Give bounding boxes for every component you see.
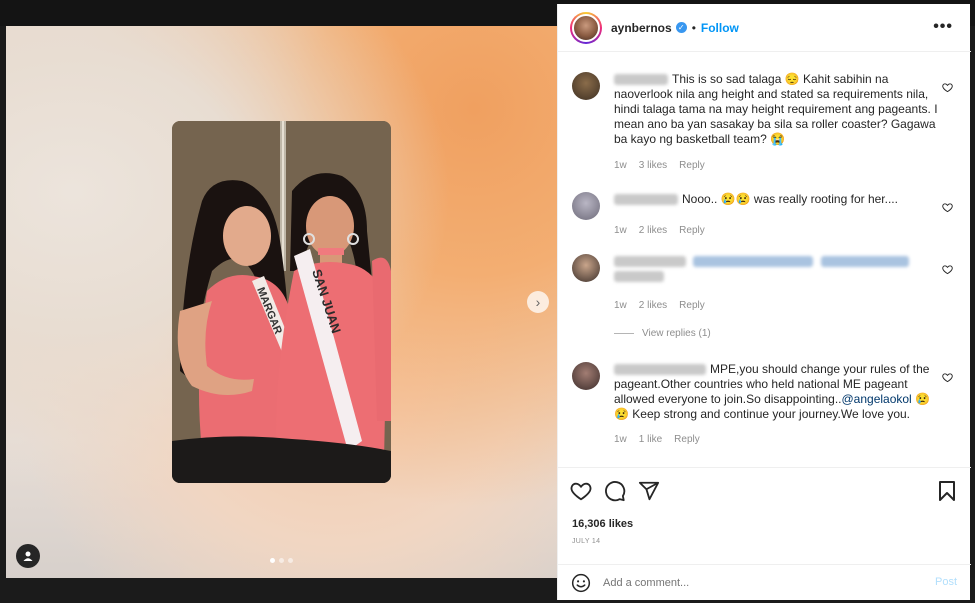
user-tag-button[interactable]	[16, 544, 40, 568]
comment-time: 1w	[614, 434, 627, 445]
comment-item: MPE,you should change your rules of the …	[572, 362, 953, 452]
comments-list[interactable]: This is so sad talaga 😔 Kahit sabihin na…	[558, 52, 971, 467]
carousel-dot	[288, 558, 293, 563]
comment-likes[interactable]: 1 like	[639, 434, 662, 445]
carousel-dot	[270, 558, 275, 563]
heart-icon[interactable]	[942, 202, 953, 213]
like-count[interactable]: 16,306 likes	[572, 518, 633, 530]
commenter-username-blurred[interactable]	[614, 364, 706, 376]
heart-icon[interactable]	[570, 480, 592, 502]
post-photo: MARGAR SAN JUAN	[172, 121, 391, 483]
comment-input[interactable]	[603, 576, 913, 589]
comment-likes[interactable]: 2 likes	[639, 300, 667, 311]
carousel-dot	[279, 558, 284, 563]
comment-text: This is so sad talaga 😔 Kahit sabihin na…	[614, 72, 939, 147]
comment-meta: 1w 1 like Reply	[614, 434, 700, 445]
comment-meta: 1w 2 likes Reply	[614, 225, 705, 236]
comment-item: This is so sad talaga 😔 Kahit sabihin na…	[572, 72, 953, 192]
chevron-right-icon: ›	[535, 294, 541, 310]
commenter-avatar[interactable]	[572, 72, 600, 100]
heart-icon[interactable]	[942, 82, 953, 93]
comment-text: MPE,you should change your rules of the …	[614, 362, 939, 422]
comment-mention-link[interactable]: @angelaokol	[841, 392, 911, 406]
commenter-avatar[interactable]	[572, 192, 600, 220]
separator-dot: •	[691, 20, 696, 35]
emoji-icon[interactable]	[571, 573, 591, 593]
comment-text	[614, 254, 939, 284]
comment-reply-button[interactable]: Reply	[679, 160, 705, 171]
post-date[interactable]: JULY 14	[572, 538, 600, 545]
user-tag-icon	[23, 551, 33, 561]
more-options-button[interactable]: •••	[933, 18, 953, 36]
comment-icon[interactable]	[604, 480, 626, 502]
comment-item: 1w 2 likes Reply	[572, 254, 953, 334]
post-sidebar: aynbernos ✓ • Follow ••• This is so sad …	[557, 4, 971, 600]
instagram-post-modal: MARGAR SAN JUAN › aynbernos ✓ • Follow •…	[0, 0, 975, 603]
comment-time: 1w	[614, 160, 627, 171]
view-replies-button[interactable]: View replies (1)	[614, 328, 711, 339]
bookmark-icon[interactable]	[937, 480, 957, 502]
author-avatar[interactable]	[570, 11, 602, 44]
comment-text: Nooo.. 😢😢 was really rooting for her....	[614, 192, 939, 207]
follow-button[interactable]: Follow	[701, 21, 739, 35]
comment-reply-button[interactable]: Reply	[679, 225, 705, 236]
comment-likes[interactable]: 2 likes	[639, 225, 667, 236]
photo-illustration: MARGAR SAN JUAN	[172, 121, 391, 483]
heart-icon[interactable]	[942, 264, 953, 275]
action-icons	[570, 480, 660, 502]
comment-reply-button[interactable]: Reply	[679, 300, 705, 311]
commenter-avatar[interactable]	[572, 362, 600, 390]
author-username[interactable]: aynbernos	[611, 21, 672, 35]
carousel-indicator	[270, 558, 293, 563]
commenter-username-blurred[interactable]	[614, 256, 686, 268]
comment-likes[interactable]: 3 likes	[639, 160, 667, 171]
next-slide-button[interactable]: ›	[527, 291, 549, 313]
view-replies-label[interactable]: View replies (1)	[642, 328, 711, 339]
post-actions: 16,306 likes JULY 14	[558, 467, 971, 577]
post-header: aynbernos ✓ • Follow •••	[558, 4, 971, 52]
blurred-mention[interactable]	[820, 256, 909, 268]
commenter-avatar[interactable]	[572, 254, 600, 282]
comment-time: 1w	[614, 300, 627, 311]
blurred-mention[interactable]	[693, 256, 814, 268]
comment-time: 1w	[614, 225, 627, 236]
commenter-username-blurred[interactable]	[614, 194, 678, 206]
blurred-text	[614, 271, 664, 283]
comment-meta: 1w 3 likes Reply	[614, 160, 705, 171]
comment-meta: 1w 2 likes Reply	[614, 300, 705, 311]
comment-item: Nooo.. 😢😢 was really rooting for her....…	[572, 192, 953, 242]
heart-icon[interactable]	[942, 372, 953, 383]
post-comment-button[interactable]: Post	[935, 576, 957, 588]
share-icon[interactable]	[638, 480, 660, 502]
replies-divider	[614, 333, 634, 334]
post-media[interactable]: MARGAR SAN JUAN ›	[6, 26, 557, 578]
commenter-username-blurred[interactable]	[614, 74, 668, 86]
comment-content: Nooo.. 😢😢 was really rooting for her....	[682, 192, 898, 206]
comment-reply-button[interactable]: Reply	[674, 434, 700, 445]
verified-badge-icon: ✓	[675, 22, 687, 33]
add-comment-bar: Post	[558, 564, 971, 600]
